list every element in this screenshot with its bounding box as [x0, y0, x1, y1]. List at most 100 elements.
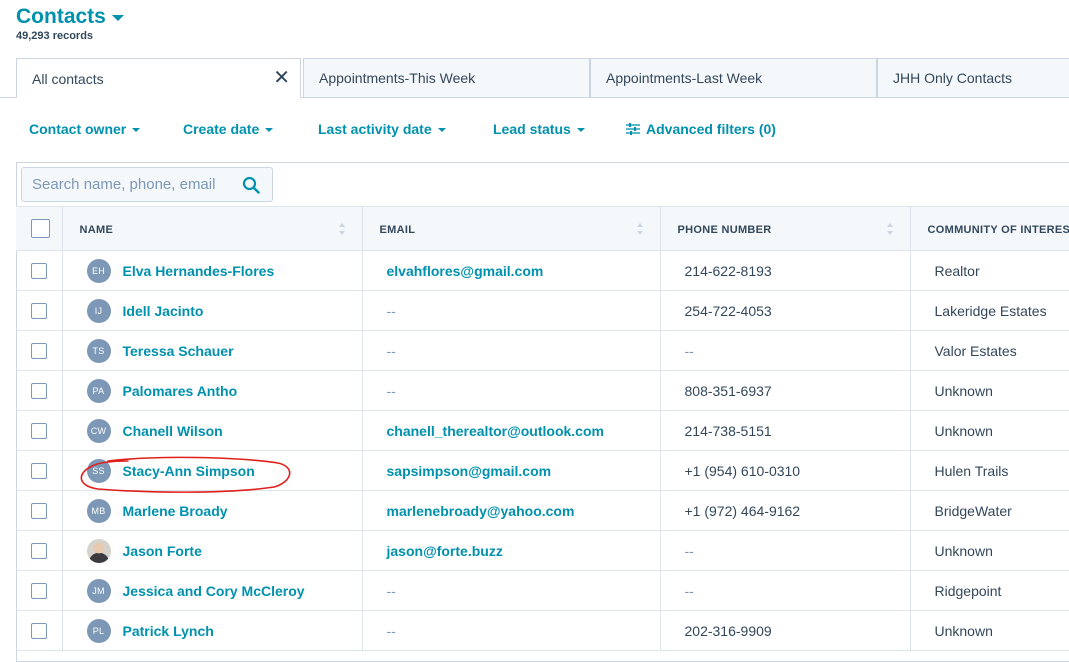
row-checkbox[interactable]	[31, 303, 47, 319]
filter-lead-status[interactable]: Lead status	[493, 121, 585, 137]
column-header-email[interactable]: EMAIL	[362, 207, 660, 251]
email-cell: --	[362, 291, 660, 331]
select-all-checkbox[interactable]	[31, 219, 50, 238]
avatar: EH	[87, 259, 111, 283]
row-checkbox[interactable]	[31, 263, 47, 279]
community-cell: Realtor	[910, 251, 1069, 291]
chevron-down-icon	[112, 15, 124, 21]
phone-cell: --	[660, 531, 910, 571]
filter-bar: Contact owner Create date Last activity …	[0, 121, 1069, 141]
email-cell: jason@forte.buzz	[362, 531, 660, 571]
name-cell: CWChanell Wilson	[62, 411, 362, 451]
sort-icon[interactable]	[636, 222, 644, 236]
contact-name-link[interactable]: Marlene Broady	[123, 503, 228, 519]
community-cell: Valor Estates	[910, 331, 1069, 371]
table-header-row: NAME EMAIL PHONE NUMBER COMMUNITY OF INT…	[16, 207, 1069, 251]
avatar: IJ	[87, 299, 111, 323]
sort-icon[interactable]	[886, 222, 894, 236]
contacts-table: NAME EMAIL PHONE NUMBER COMMUNITY OF INT…	[16, 206, 1069, 651]
tab-appointments-this-week[interactable]: Appointments-This Week	[303, 58, 590, 97]
name-cell: MBMarlene Broady	[62, 491, 362, 531]
select-cell	[16, 451, 62, 491]
phone-cell: --	[660, 571, 910, 611]
phone-cell: 214-738-5151	[660, 411, 910, 451]
avatar: TS	[87, 339, 111, 363]
contact-name-link[interactable]: Patrick Lynch	[123, 623, 214, 639]
column-label: COMMUNITY OF INTEREST	[928, 224, 1069, 236]
row-checkbox[interactable]	[31, 543, 47, 559]
email-link[interactable]: sapsimpson@gmail.com	[387, 463, 552, 479]
filter-contact-owner[interactable]: Contact owner	[29, 121, 140, 137]
chevron-down-icon	[577, 128, 585, 132]
phone-cell: 254-722-4053	[660, 291, 910, 331]
row-checkbox[interactable]	[31, 503, 47, 519]
column-label: NAME	[80, 224, 114, 236]
avatar: PL	[87, 619, 111, 643]
contact-name-link[interactable]: Elva Hernandes-Flores	[123, 263, 275, 279]
select-cell	[16, 411, 62, 451]
contact-name-link[interactable]: Palomares Antho	[123, 383, 238, 399]
tab-appointments-last-week[interactable]: Appointments-Last Week	[590, 58, 877, 97]
contact-name-link[interactable]: Chanell Wilson	[123, 423, 223, 439]
column-header-phone[interactable]: PHONE NUMBER	[660, 207, 910, 251]
filter-last-activity-date[interactable]: Last activity date	[318, 121, 446, 137]
page-header: Contacts 49,293 records	[16, 5, 124, 42]
email-cell: --	[362, 611, 660, 651]
phone-cell: 808-351-6937	[660, 371, 910, 411]
row-checkbox[interactable]	[31, 343, 47, 359]
row-checkbox[interactable]	[31, 423, 47, 439]
column-header-name[interactable]: NAME	[62, 207, 362, 251]
advanced-filters-button[interactable]: Advanced filters (0)	[626, 121, 776, 137]
avatar-photo	[87, 539, 111, 563]
view-tabs: All contacts ✕ Appointments-This Week Ap…	[0, 58, 1069, 98]
email-link[interactable]: jason@forte.buzz	[387, 543, 503, 559]
contact-name-link[interactable]: Idell Jacinto	[123, 303, 204, 319]
contact-name-link[interactable]: Stacy-Ann Simpson	[123, 463, 255, 479]
search-input[interactable]	[32, 176, 227, 193]
sort-icon[interactable]	[338, 222, 346, 236]
email-link[interactable]: marlenebroady@yahoo.com	[387, 503, 575, 519]
phone-cell: +1 (954) 610-0310	[660, 451, 910, 491]
email-link[interactable]: chanell_therealtor@outlook.com	[387, 423, 604, 439]
column-header-community[interactable]: COMMUNITY OF INTEREST	[910, 207, 1069, 251]
search-icon[interactable]	[242, 176, 260, 194]
phone-cell: --	[660, 331, 910, 371]
email-cell: --	[362, 331, 660, 371]
table-row: Jason Forte jason@forte.buzz -- Unknown	[16, 531, 1069, 571]
name-cell: EH Elva Hernandes-Flores	[62, 251, 362, 291]
row-checkbox[interactable]	[31, 583, 47, 599]
page-title[interactable]: Contacts	[16, 5, 124, 29]
name-cell: IJ Idell Jacinto	[62, 291, 362, 331]
name-cell: TS Teressa Schauer	[62, 331, 362, 371]
row-checkbox[interactable]	[31, 463, 47, 479]
table-row: MBMarlene Broady marlenebroady@yahoo.com…	[16, 491, 1069, 531]
tab-label: All contacts	[32, 71, 104, 87]
contact-name-link[interactable]: Jason Forte	[123, 543, 202, 559]
select-cell	[16, 611, 62, 651]
name-cell: SSStacy-Ann Simpson	[62, 451, 362, 491]
table-row: SSStacy-Ann Simpson sapsimpson@gmail.com…	[16, 451, 1069, 491]
row-checkbox[interactable]	[31, 623, 47, 639]
tab-jhh-only-contacts[interactable]: JHH Only Contacts	[877, 58, 1069, 97]
column-label: EMAIL	[380, 224, 416, 236]
filter-label: Advanced filters (0)	[646, 121, 776, 137]
filter-label: Contact owner	[29, 121, 126, 137]
close-icon[interactable]: ✕	[273, 68, 290, 88]
phone-cell: 202-316-9909	[660, 611, 910, 651]
table-row: PLPatrick Lynch -- 202-316-9909 Unknown	[16, 611, 1069, 651]
table-row: EH Elva Hernandes-Flores elvahflores@gmai…	[16, 251, 1069, 291]
contact-name-link[interactable]: Jessica and Cory McCleroy	[123, 583, 305, 599]
email-link[interactable]: elvahflores@gmail.com	[387, 263, 544, 279]
row-checkbox[interactable]	[31, 383, 47, 399]
tab-label: Appointments-Last Week	[606, 70, 762, 86]
avatar: PA	[87, 379, 111, 403]
tab-label: Appointments-This Week	[319, 70, 475, 86]
contact-name-link[interactable]: Teressa Schauer	[123, 343, 234, 359]
table-row: JMJessica and Cory McCleroy -- -- Ridgep…	[16, 571, 1069, 611]
email-cell: --	[362, 571, 660, 611]
filter-create-date[interactable]: Create date	[183, 121, 273, 137]
chevron-down-icon	[438, 128, 446, 132]
name-cell: JMJessica and Cory McCleroy	[62, 571, 362, 611]
phone-cell: 214-622-8193	[660, 251, 910, 291]
tab-all-contacts[interactable]: All contacts ✕	[16, 58, 301, 98]
